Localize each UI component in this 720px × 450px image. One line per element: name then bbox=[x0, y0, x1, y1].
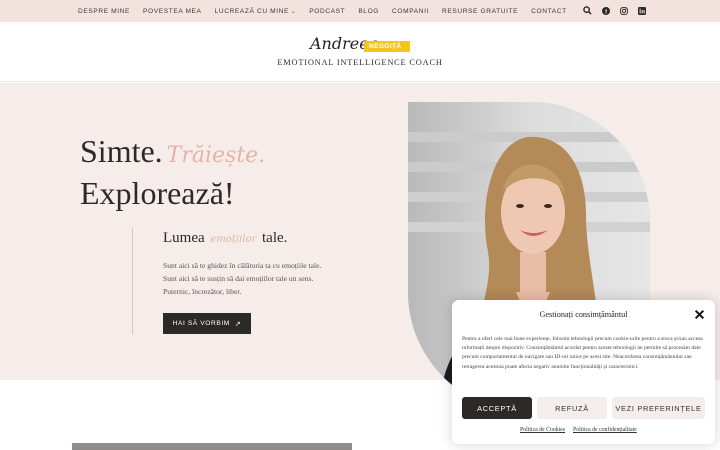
hero-subheading: Lumea emoțiilor tale. bbox=[163, 230, 287, 247]
hero-title-simte: Simte. bbox=[80, 133, 163, 169]
hero-body-text: Sunt aici să te ghidez în călătoria ta c… bbox=[163, 259, 321, 298]
hero-body-line: Sunt aici să te ghidez în călătoria ta c… bbox=[163, 261, 322, 270]
hero-title-accent: Trăiește. bbox=[166, 143, 266, 168]
top-navigation-bar: DESPRE MINE POVESTEA MEA LUCREAZĂ CU MIN… bbox=[0, 0, 720, 22]
hai-sa-vorbim-button[interactable]: HAI SĂ VORBIM ↗ bbox=[163, 313, 251, 334]
accept-button[interactable]: ACCEPTĂ bbox=[462, 397, 532, 419]
linkedin-icon[interactable] bbox=[638, 2, 646, 20]
nav-podcast[interactable]: PODCAST bbox=[309, 8, 345, 15]
view-preferences-button[interactable]: VEZI PREFERINȚELE bbox=[612, 397, 705, 419]
hero-title-line-1: Simte. Trăiește. bbox=[80, 133, 265, 170]
header-icons: f bbox=[573, 0, 646, 22]
arrow-up-right-icon: ↗ bbox=[234, 320, 242, 328]
nav-companii[interactable]: COMPANII bbox=[392, 8, 429, 15]
nav-resurse-gratuite[interactable]: RESURSE GRATUITE bbox=[442, 8, 518, 15]
nav-contact[interactable]: CONTACT bbox=[531, 8, 567, 15]
nav-lucreaza-label: LUCREAZĂ CU MINE bbox=[214, 7, 290, 15]
logo-surname-tag[interactable]: NEGOIȚĂ bbox=[364, 41, 410, 52]
instagram-icon[interactable] bbox=[620, 2, 628, 20]
nav-lucreaza-cu-mine[interactable]: LUCREAZĂ CU MINE ⌄ bbox=[215, 8, 297, 15]
next-section-image bbox=[72, 443, 352, 450]
subheading-tale: tale. bbox=[262, 230, 288, 246]
logo-subtitle: EMOTIONAL INTELLIGENCE COACH bbox=[277, 58, 443, 67]
subheading-accent: emoțiilor bbox=[210, 234, 257, 245]
nav-povestea-mea[interactable]: POVESTEA MEA bbox=[143, 8, 202, 15]
close-icon[interactable] bbox=[694, 307, 705, 320]
refuse-button[interactable]: REFUZĂ bbox=[537, 397, 607, 419]
consent-description: Pentru a oferi cele mai bune experiențe,… bbox=[462, 336, 703, 370]
hero-body-line: Sunt aici să te susțin să dai emoțiilor … bbox=[163, 274, 314, 283]
cookie-consent-dialog: Gestionați consimțământul Pentru a oferi… bbox=[452, 300, 715, 444]
hero-title-line-2: Explorează! bbox=[80, 175, 235, 211]
svg-text:f: f bbox=[605, 10, 607, 15]
cta-label: HAI SĂ VORBIM bbox=[172, 320, 230, 327]
nav-despre-mine[interactable]: DESPRE MINE bbox=[78, 8, 130, 15]
facebook-icon[interactable]: f bbox=[602, 2, 610, 20]
main-nav: DESPRE MINE POVESTEA MEA LUCREAZĂ CU MIN… bbox=[78, 0, 580, 22]
site-header: Andreea NEGOIȚĂ EMOTIONAL INTELLIGENCE C… bbox=[0, 22, 720, 82]
privacy-policy-link[interactable]: Politica de confidențialitate bbox=[573, 427, 637, 433]
consent-title: Gestionați consimțământul bbox=[539, 310, 628, 319]
hero-body-line: Puternic, încrezător, liber. bbox=[163, 287, 242, 296]
hero-divider bbox=[132, 228, 133, 334]
subheading-lumea: Lumea bbox=[163, 230, 205, 246]
cookie-policy-link[interactable]: Politica de Cookies bbox=[520, 427, 565, 433]
nav-blog[interactable]: BLOG bbox=[358, 8, 379, 15]
search-icon[interactable] bbox=[583, 2, 592, 20]
chevron-down-icon: ⌄ bbox=[291, 8, 297, 15]
